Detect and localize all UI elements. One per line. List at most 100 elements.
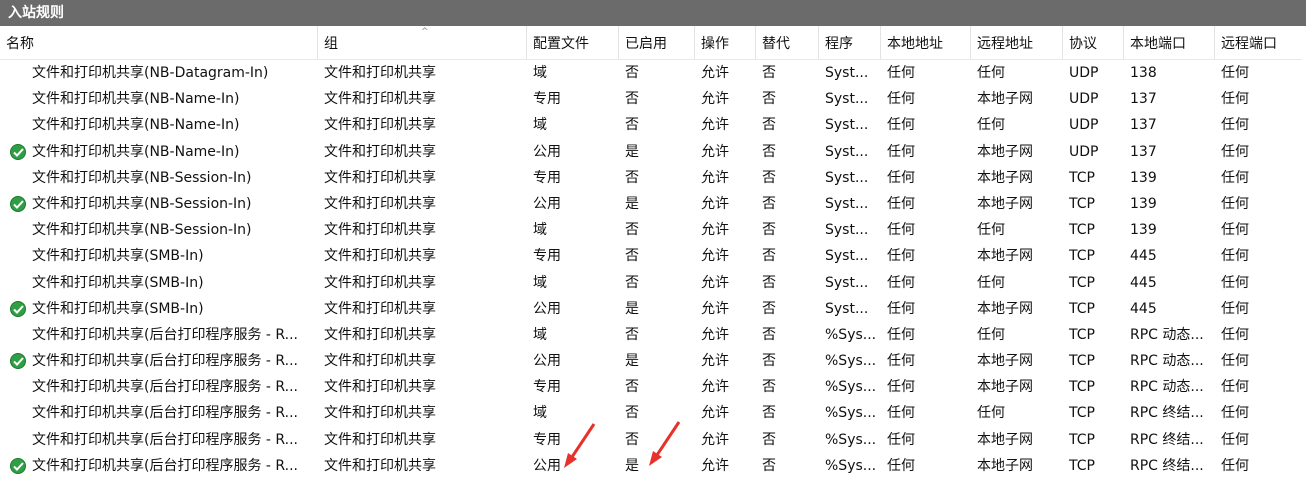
rule-profile-cell[interactable]: 域 — [527, 217, 619, 243]
rule-local-port-cell[interactable]: 139 — [1124, 165, 1215, 191]
rule-local-port-cell[interactable]: 445 — [1124, 296, 1215, 322]
rule-protocol-cell[interactable]: TCP — [1063, 296, 1124, 322]
rule-protocol-cell[interactable]: TCP — [1063, 217, 1124, 243]
rule-remote-address-cell[interactable]: 本地子网 — [971, 86, 1063, 112]
rule-action-cell[interactable]: 允许 — [695, 112, 756, 138]
rule-local-port-cell[interactable]: RPC 动态... — [1124, 348, 1215, 374]
rule-action-cell[interactable]: 允许 — [695, 374, 756, 400]
rule-program-cell[interactable]: %Sys... — [819, 427, 881, 453]
rule-local-port-cell[interactable]: 137 — [1124, 86, 1215, 112]
rule-program-cell[interactable]: Syst... — [819, 296, 881, 322]
column-header-override[interactable]: 替代 — [756, 26, 819, 60]
rule-program-cell[interactable]: Syst... — [819, 243, 881, 269]
rule-protocol-cell[interactable]: TCP — [1063, 348, 1124, 374]
rule-override-cell[interactable]: 否 — [756, 400, 819, 426]
rule-action-cell[interactable]: 允许 — [695, 348, 756, 374]
rule-local-address-cell[interactable]: 任何 — [881, 374, 971, 400]
rule-group-cell[interactable]: 文件和打印机共享 — [318, 296, 527, 322]
rule-enabled-cell[interactable]: 否 — [619, 322, 695, 348]
rule-enabled-cell[interactable]: 否 — [619, 217, 695, 243]
rule-name-cell[interactable]: 文件和打印机共享(NB-Datagram-In) — [0, 60, 318, 86]
rule-remote-address-cell[interactable]: 本地子网 — [971, 243, 1063, 269]
rule-profile-cell[interactable]: 域 — [527, 270, 619, 296]
rule-name-cell[interactable]: 文件和打印机共享(NB-Name-In) — [0, 86, 318, 112]
rule-local-port-cell[interactable]: 445 — [1124, 243, 1215, 269]
rule-protocol-cell[interactable]: UDP — [1063, 86, 1124, 112]
rule-override-cell[interactable]: 否 — [756, 348, 819, 374]
column-header-remote-address[interactable]: 远程地址 — [971, 26, 1063, 60]
rule-remote-port-cell[interactable]: 任何 — [1215, 453, 1302, 479]
rule-program-cell[interactable]: Syst... — [819, 191, 881, 217]
rule-action-cell[interactable]: 允许 — [695, 427, 756, 453]
rule-remote-address-cell[interactable]: 任何 — [971, 270, 1063, 296]
rule-program-cell[interactable]: %Sys... — [819, 348, 881, 374]
rule-local-port-cell[interactable]: RPC 终结... — [1124, 453, 1215, 479]
rule-local-port-cell[interactable]: RPC 终结... — [1124, 400, 1215, 426]
rule-name-cell[interactable]: 文件和打印机共享(后台打印程序服务 - R... — [0, 427, 318, 453]
rule-enabled-cell[interactable]: 否 — [619, 270, 695, 296]
rule-profile-cell[interactable]: 公用 — [527, 296, 619, 322]
rule-action-cell[interactable]: 允许 — [695, 139, 756, 165]
rule-remote-port-cell[interactable]: 任何 — [1215, 427, 1302, 453]
rule-local-address-cell[interactable]: 任何 — [881, 400, 971, 426]
rule-enabled-cell[interactable]: 否 — [619, 165, 695, 191]
rule-local-address-cell[interactable]: 任何 — [881, 60, 971, 86]
rule-remote-address-cell[interactable]: 本地子网 — [971, 139, 1063, 165]
rule-action-cell[interactable]: 允许 — [695, 165, 756, 191]
rule-local-port-cell[interactable]: 137 — [1124, 112, 1215, 138]
rule-action-cell[interactable]: 允许 — [695, 217, 756, 243]
rule-local-port-cell[interactable]: 139 — [1124, 191, 1215, 217]
rule-local-port-cell[interactable]: RPC 终结... — [1124, 427, 1215, 453]
rule-group-cell[interactable]: 文件和打印机共享 — [318, 270, 527, 296]
rule-remote-port-cell[interactable]: 任何 — [1215, 60, 1302, 86]
rule-profile-cell[interactable]: 域 — [527, 400, 619, 426]
column-header-enabled[interactable]: 已启用 — [619, 26, 695, 60]
rule-override-cell[interactable]: 否 — [756, 296, 819, 322]
rule-protocol-cell[interactable]: UDP — [1063, 139, 1124, 165]
column-header-action[interactable]: 操作 — [695, 26, 756, 60]
rule-override-cell[interactable]: 否 — [756, 86, 819, 112]
rule-action-cell[interactable]: 允许 — [695, 453, 756, 479]
rule-override-cell[interactable]: 否 — [756, 243, 819, 269]
rule-profile-cell[interactable]: 专用 — [527, 374, 619, 400]
rule-profile-cell[interactable]: 域 — [527, 112, 619, 138]
rule-enabled-cell[interactable]: 是 — [619, 296, 695, 322]
rule-action-cell[interactable]: 允许 — [695, 60, 756, 86]
rule-override-cell[interactable]: 否 — [756, 165, 819, 191]
rule-group-cell[interactable]: 文件和打印机共享 — [318, 400, 527, 426]
rule-local-address-cell[interactable]: 任何 — [881, 243, 971, 269]
rule-override-cell[interactable]: 否 — [756, 374, 819, 400]
rule-name-cell[interactable]: 文件和打印机共享(后台打印程序服务 - R... — [0, 400, 318, 426]
rule-name-cell[interactable]: 文件和打印机共享(NB-Session-In) — [0, 217, 318, 243]
rule-remote-port-cell[interactable]: 任何 — [1215, 86, 1302, 112]
rule-enabled-cell[interactable]: 是 — [619, 139, 695, 165]
column-header-profile[interactable]: 配置文件 — [527, 26, 619, 60]
rule-program-cell[interactable]: Syst... — [819, 217, 881, 243]
rule-name-cell[interactable]: 文件和打印机共享(后台打印程序服务 - R... — [0, 348, 318, 374]
column-header-protocol[interactable]: 协议 — [1063, 26, 1124, 60]
rule-remote-port-cell[interactable]: 任何 — [1215, 139, 1302, 165]
rule-remote-address-cell[interactable]: 本地子网 — [971, 374, 1063, 400]
rule-remote-port-cell[interactable]: 任何 — [1215, 270, 1302, 296]
rule-protocol-cell[interactable]: TCP — [1063, 270, 1124, 296]
rule-local-address-cell[interactable]: 任何 — [881, 270, 971, 296]
rule-remote-address-cell[interactable]: 本地子网 — [971, 427, 1063, 453]
rule-remote-address-cell[interactable]: 本地子网 — [971, 191, 1063, 217]
rule-name-cell[interactable]: 文件和打印机共享(NB-Session-In) — [0, 191, 318, 217]
rule-action-cell[interactable]: 允许 — [695, 243, 756, 269]
rule-profile-cell[interactable]: 公用 — [527, 453, 619, 479]
rule-remote-address-cell[interactable]: 本地子网 — [971, 165, 1063, 191]
rule-override-cell[interactable]: 否 — [756, 112, 819, 138]
rule-remote-port-cell[interactable]: 任何 — [1215, 374, 1302, 400]
rule-group-cell[interactable]: 文件和打印机共享 — [318, 217, 527, 243]
rule-remote-port-cell[interactable]: 任何 — [1215, 322, 1302, 348]
rule-name-cell[interactable]: 文件和打印机共享(SMB-In) — [0, 296, 318, 322]
rule-local-address-cell[interactable]: 任何 — [881, 296, 971, 322]
rule-remote-port-cell[interactable]: 任何 — [1215, 348, 1302, 374]
rule-override-cell[interactable]: 否 — [756, 427, 819, 453]
rule-group-cell[interactable]: 文件和打印机共享 — [318, 374, 527, 400]
rule-remote-port-cell[interactable]: 任何 — [1215, 296, 1302, 322]
rule-action-cell[interactable]: 允许 — [695, 322, 756, 348]
rule-override-cell[interactable]: 否 — [756, 270, 819, 296]
rule-enabled-cell[interactable]: 否 — [619, 86, 695, 112]
